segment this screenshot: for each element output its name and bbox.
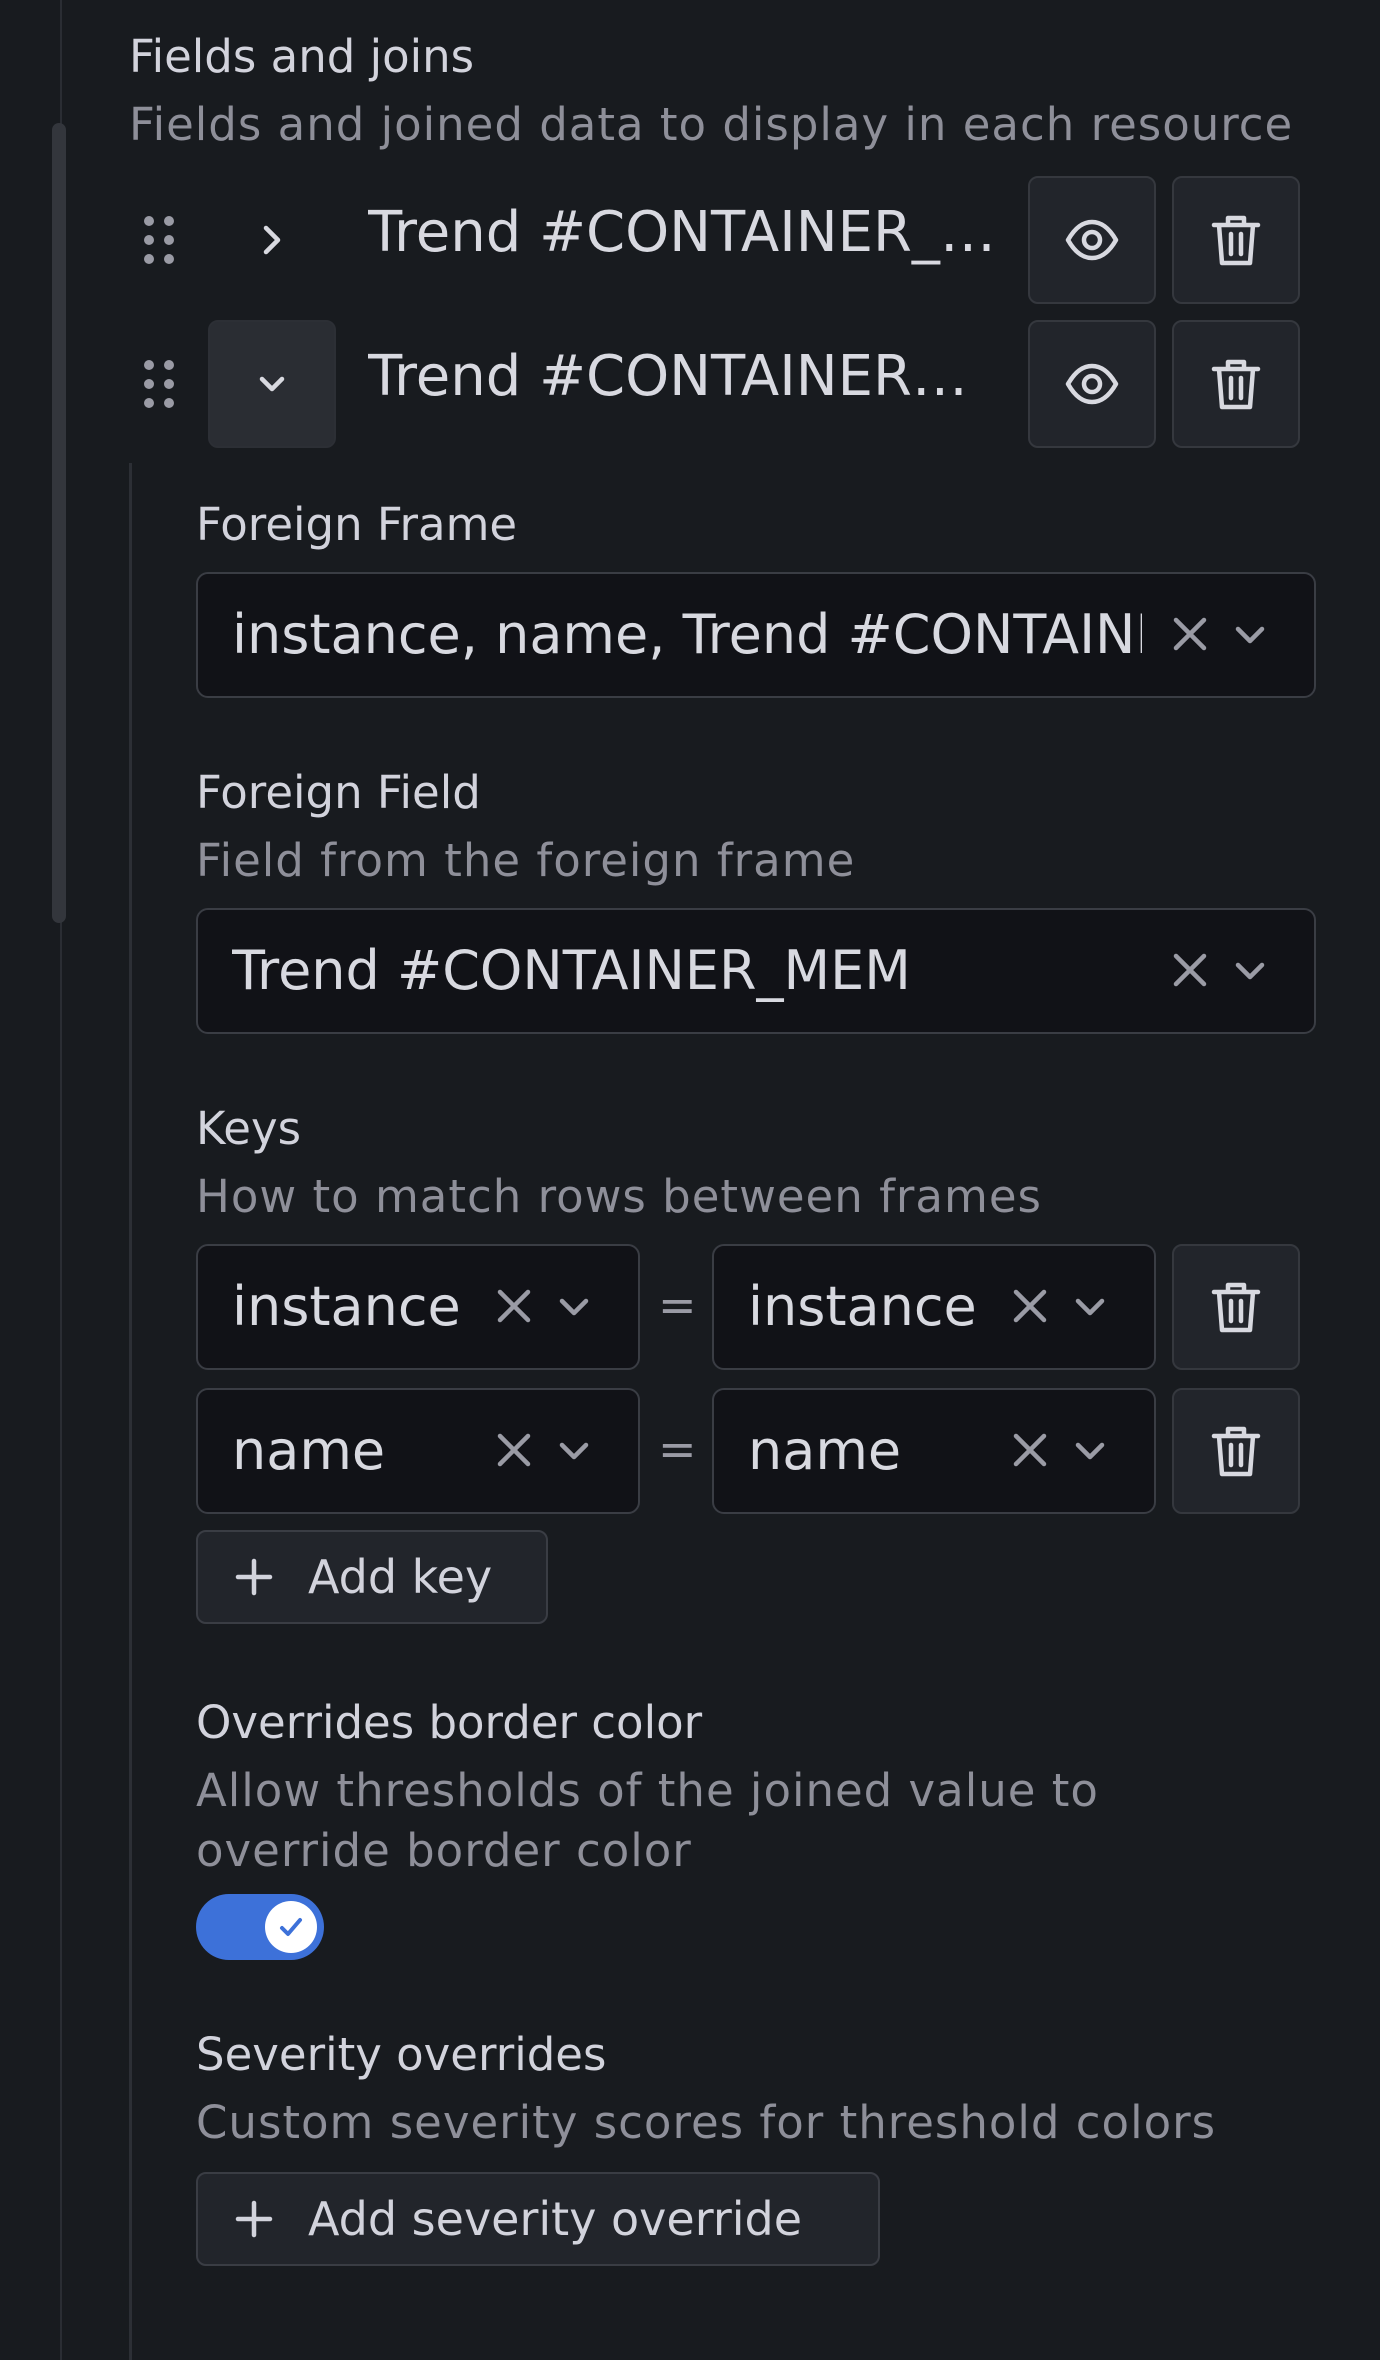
key-left-select[interactable]: instance (196, 1244, 640, 1370)
chevron-down-icon[interactable] (556, 1292, 592, 1322)
plus-icon (235, 2200, 273, 2238)
chevron-down-icon[interactable] (1232, 620, 1268, 650)
drag-handle-icon[interactable] (140, 356, 180, 412)
row-title[interactable]: Trend #CONTAINER_... (368, 344, 988, 409)
expanded-row-guide (129, 463, 132, 2360)
drag-handle-icon[interactable] (140, 212, 180, 268)
keys-description: How to match rows between frames (196, 1170, 1042, 1223)
foreign-frame-value: instance, name, Trend #CONTAINER_MEM (232, 603, 1142, 666)
chevron-down-icon[interactable] (556, 1436, 592, 1466)
overrides-border-description-line1: Allow thresholds of the joined value to (196, 1764, 1099, 1817)
row-title[interactable]: Trend #CONTAINER_C... (368, 200, 1018, 265)
delete-row-button[interactable] (1172, 176, 1300, 304)
foreign-field-select[interactable]: Trend #CONTAINER_MEM (196, 908, 1316, 1034)
eye-icon (1065, 219, 1119, 261)
foreign-frame-select[interactable]: instance, name, Trend #CONTAINER_MEM (196, 572, 1316, 698)
equals-sign: = (658, 1278, 697, 1332)
trash-icon (1211, 1282, 1261, 1333)
chevron-down-icon[interactable] (1072, 1292, 1108, 1322)
add-key-label: Add key (308, 1550, 493, 1604)
equals-sign: = (658, 1422, 697, 1476)
overrides-border-label: Overrides border color (196, 1696, 703, 1749)
key-left-value: name (232, 1419, 386, 1482)
chevron-down-icon (259, 376, 285, 392)
add-key-button[interactable]: Add key (196, 1530, 548, 1624)
foreign-field-label: Foreign Field (196, 766, 481, 819)
expand-row-button[interactable] (208, 176, 336, 304)
add-severity-override-label: Add severity override (308, 2192, 803, 2246)
chevron-right-icon (263, 225, 281, 255)
toggle-knob (265, 1901, 317, 1953)
severity-overrides-description: Custom severity scores for threshold col… (196, 2096, 1217, 2149)
eye-icon (1065, 363, 1119, 405)
chevron-down-icon[interactable] (1232, 956, 1268, 986)
trash-icon (1211, 1426, 1261, 1477)
delete-key-button[interactable] (1172, 1388, 1300, 1514)
check-icon (280, 1918, 302, 1936)
section-description: Fields and joined data to display in eac… (129, 98, 1294, 151)
key-right-select[interactable]: name (712, 1388, 1156, 1514)
trash-icon (1211, 215, 1261, 266)
close-icon[interactable] (1008, 1428, 1052, 1472)
close-icon[interactable] (1168, 612, 1212, 656)
overrides-border-toggle[interactable] (196, 1894, 324, 1960)
trash-icon (1211, 359, 1261, 410)
section-title: Fields and joins (129, 30, 475, 83)
key-right-value: name (748, 1419, 902, 1482)
toggle-visibility-button[interactable] (1028, 320, 1156, 448)
delete-key-button[interactable] (1172, 1244, 1300, 1370)
foreign-field-description: Field from the foreign frame (196, 834, 856, 887)
overrides-border-description-line2: override border color (196, 1824, 692, 1877)
close-icon[interactable] (492, 1284, 536, 1328)
scrollbar-thumb[interactable] (52, 123, 66, 923)
toggle-visibility-button[interactable] (1028, 176, 1156, 304)
key-right-select[interactable]: instance (712, 1244, 1156, 1370)
close-icon[interactable] (1008, 1284, 1052, 1328)
collapse-row-button[interactable] (208, 320, 336, 448)
add-severity-override-button[interactable]: Add severity override (196, 2172, 880, 2266)
delete-row-button[interactable] (1172, 320, 1300, 448)
close-icon[interactable] (1168, 948, 1212, 992)
key-left-select[interactable]: name (196, 1388, 640, 1514)
chevron-down-icon[interactable] (1072, 1436, 1108, 1466)
severity-overrides-label: Severity overrides (196, 2028, 607, 2081)
keys-label: Keys (196, 1102, 302, 1155)
key-left-value: instance (232, 1275, 461, 1338)
close-icon[interactable] (492, 1428, 536, 1472)
key-right-value: instance (748, 1275, 977, 1338)
foreign-frame-label: Foreign Frame (196, 498, 518, 551)
foreign-field-value: Trend #CONTAINER_MEM (232, 939, 911, 1002)
plus-icon (235, 1558, 273, 1596)
